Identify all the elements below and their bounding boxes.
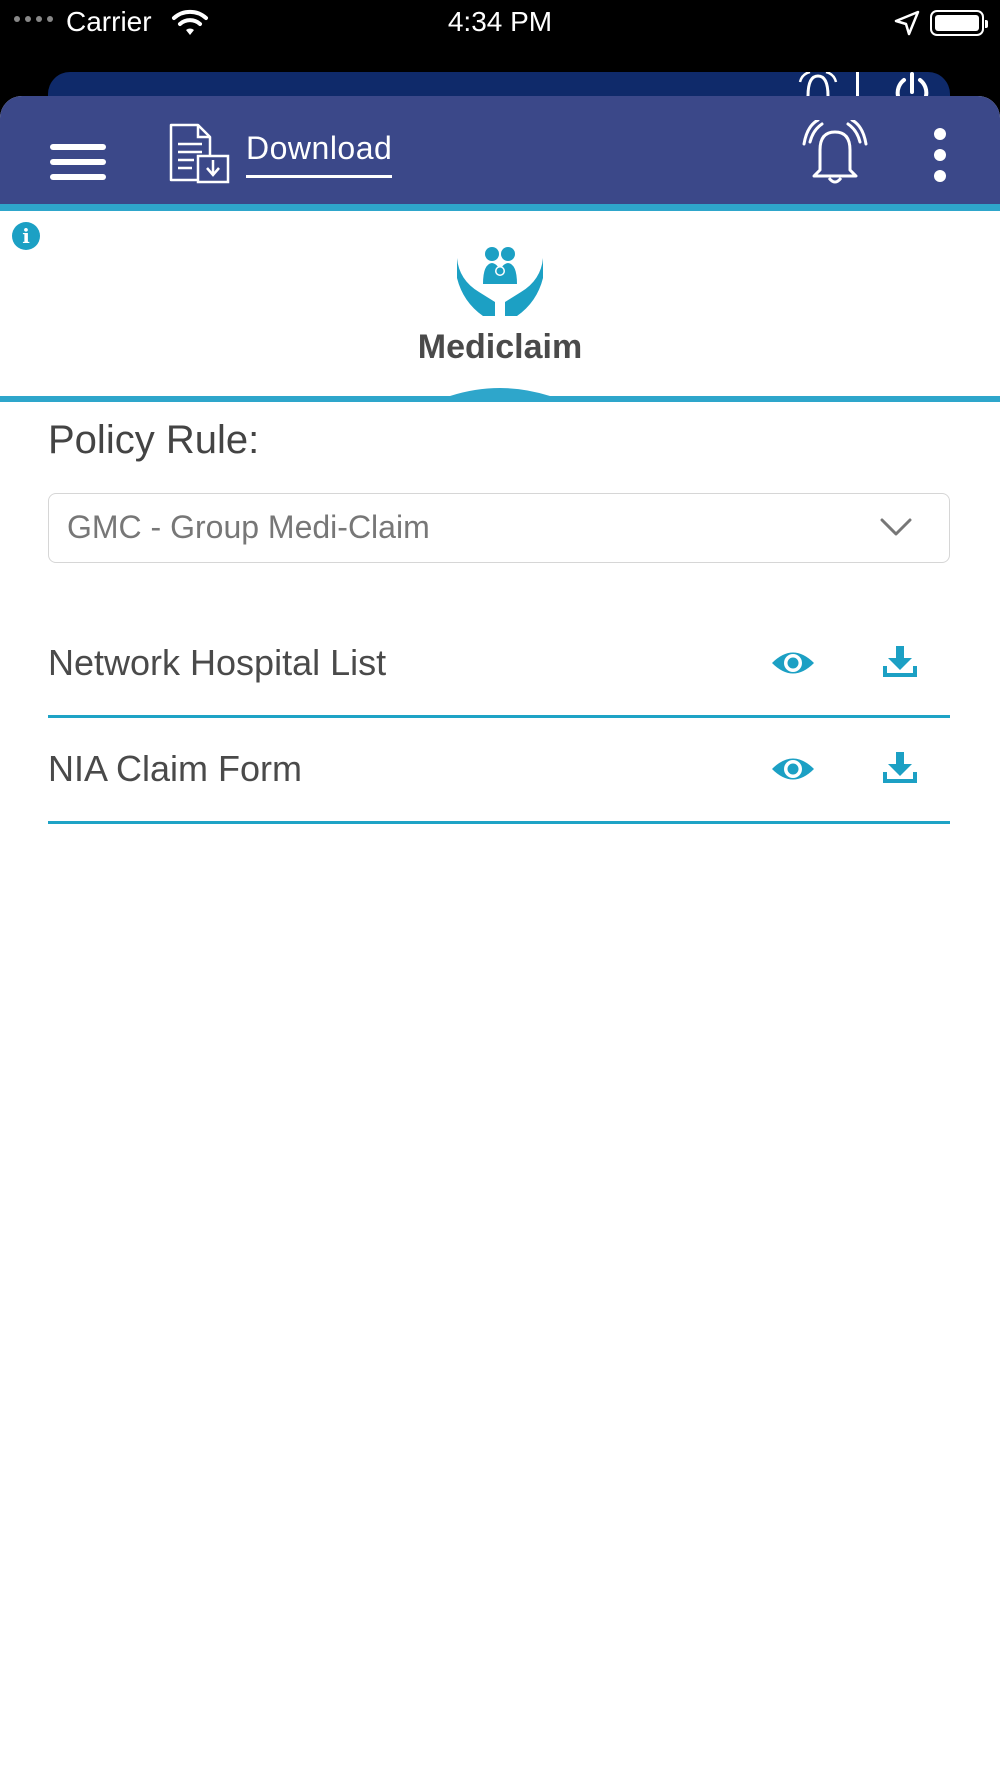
category-tab-label[interactable]: Mediclaim — [0, 328, 1000, 367]
eye-icon[interactable] — [770, 648, 816, 678]
document-name: NIA Claim Form — [48, 748, 303, 789]
main-sheet: Download i Mediclaim Policy Rule: GMC - … — [0, 96, 1000, 1778]
header-accent-line — [0, 204, 1000, 211]
status-bar: Carrier 4:34 PM — [0, 0, 1000, 48]
more-vertical-icon[interactable] — [932, 128, 948, 191]
hamburger-menu-icon[interactable] — [50, 144, 106, 182]
page-title: Download — [246, 130, 393, 166]
document-download-icon — [169, 123, 230, 184]
battery-icon — [930, 10, 988, 36]
info-icon[interactable]: i — [12, 222, 40, 250]
background-power-icon — [895, 72, 929, 96]
page-title-tab[interactable]: Download — [246, 130, 393, 178]
eye-icon[interactable] — [770, 754, 816, 784]
chevron-down-icon — [880, 518, 912, 536]
clock-time: 4:34 PM — [447, 6, 553, 37]
document-name: Network Hospital List — [48, 642, 387, 683]
background-divider — [856, 72, 859, 96]
policy-rule-value: GMC - Group Medi-Claim — [67, 509, 430, 545]
download-icon[interactable] — [882, 750, 918, 784]
background-alarm-icon — [798, 72, 838, 96]
document-row: Network Hospital List — [48, 614, 950, 718]
policy-rule-label: Policy Rule: — [48, 418, 260, 462]
location-arrow-icon — [894, 10, 920, 36]
alarm-bell-icon[interactable] — [800, 120, 870, 186]
tab-indicator — [0, 388, 1000, 402]
family-care-hands-icon — [457, 247, 543, 316]
policy-rule-select[interactable]: GMC - Group Medi-Claim — [48, 493, 950, 563]
app-header: Download — [0, 96, 1000, 204]
document-row: NIA Claim Form — [48, 720, 950, 824]
download-icon[interactable] — [882, 644, 918, 678]
